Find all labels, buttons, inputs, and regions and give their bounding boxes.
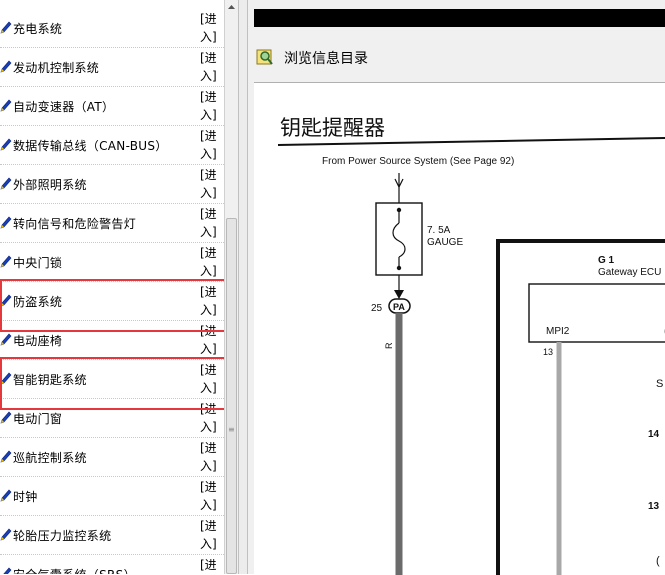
source-note: From Power Source System (See Page 92) — [322, 156, 514, 167]
edit-pen-icon — [0, 450, 12, 463]
edit-pen-icon — [0, 177, 12, 190]
browse-catalog-label[interactable]: 浏览信息目录 — [284, 48, 368, 68]
toolbar: 浏览信息目录 — [248, 40, 665, 74]
enter-link[interactable]: [进入] — [200, 10, 220, 46]
gateway-ecu-box — [496, 239, 665, 575]
diagram-canvas: 钥匙提醒器 From Power Source System (See Page… — [277, 116, 665, 575]
menu-item-label[interactable]: 时钟 — [13, 488, 38, 505]
enter-link[interactable]: [进入] — [200, 439, 220, 475]
menu-item-label[interactable]: 电动门窗 — [13, 410, 62, 427]
wire-color-label: R — [384, 342, 394, 349]
document-pane: 浏览信息目录 钥匙提醒器 From Power Source System (S… — [248, 0, 665, 575]
enter-link[interactable]: [进入] — [200, 49, 220, 85]
browse-catalog-icon[interactable] — [256, 48, 274, 66]
edit-pen-icon — [0, 21, 12, 34]
edge-fragment-3: ( — [656, 555, 660, 567]
scrollbar-thumb[interactable] — [226, 218, 237, 574]
enter-link[interactable]: [进入] — [200, 556, 220, 574]
menu-panel: 充电系统 [进入] 发动机控制系统 [进入] 自动变速器（AT） [进入] 数据传输总线（C… — [0, 0, 224, 574]
title-strip — [254, 9, 665, 27]
fuse-name: GAUGE — [427, 237, 463, 248]
menu-item[interactable]: 转向信号和危险警告灯 [进入] — [0, 204, 224, 243]
scrollbar-grip-icon: ≡ — [228, 425, 235, 434]
fuse-icon — [392, 222, 406, 258]
menu-item-label[interactable]: 电动座椅 — [13, 332, 62, 349]
edit-pen-icon — [0, 216, 12, 229]
enter-link[interactable]: [进入] — [200, 517, 220, 553]
menu-item-label[interactable]: 轮胎压力监控系统 — [13, 527, 111, 544]
edit-pen-icon — [0, 60, 12, 73]
edit-pen-icon — [0, 138, 12, 151]
menu-item-label[interactable]: 中央门锁 — [13, 254, 62, 271]
enter-link[interactable]: [进入] — [200, 478, 220, 514]
enter-link[interactable]: [进入] — [200, 166, 220, 202]
menu-item[interactable]: 数据传输总线（CAN-BUS） [进入] — [0, 126, 224, 165]
menu-item[interactable]: 轮胎压力监控系统 [进入] — [0, 516, 224, 555]
edit-pen-icon — [0, 411, 12, 424]
enter-link[interactable]: [进入] — [200, 205, 220, 241]
menu-item[interactable]: 时钟 [进入] — [0, 477, 224, 516]
menu-item[interactable]: 巡航控制系统 [进入] — [0, 438, 224, 477]
menu-item-label[interactable]: 自动变速器（AT） — [13, 98, 114, 115]
menu-item-label[interactable]: 充电系统 — [13, 20, 62, 37]
edit-pen-icon — [0, 489, 12, 502]
menu-item[interactable]: 发动机控制系统 [进入] — [0, 48, 224, 87]
menu-item-label[interactable]: 转向信号和危险警告灯 — [13, 215, 136, 232]
ecu-id: G 1 — [598, 255, 615, 266]
pin-13-label: 13 — [648, 501, 660, 512]
diagram-title: 钥匙提醒器 — [280, 116, 385, 140]
edge-fragment-2: S — [656, 378, 663, 390]
menu-item[interactable]: 安全气囊系统（SRS） [进入] — [0, 555, 224, 574]
menu-item-label[interactable]: 巡航控制系统 — [13, 449, 87, 466]
fuse-rating: 7. 5A — [427, 225, 451, 236]
menu-item[interactable]: 外部照明系统 [进入] — [0, 165, 224, 204]
edit-pen-icon — [0, 528, 12, 541]
ecu-pin-13: 13 — [543, 347, 553, 357]
edit-pen-icon — [0, 333, 12, 346]
edit-pen-icon — [0, 255, 12, 268]
menu-item[interactable]: 充电系统 [进入] — [0, 9, 224, 48]
svg-text:PA: PA — [393, 302, 405, 312]
highlight-box — [0, 357, 224, 410]
scroll-up-arrow-icon[interactable] — [225, 0, 238, 14]
menu-item[interactable]: 中央门锁 [进入] — [0, 243, 224, 282]
vertical-scrollbar[interactable]: ≡ — [224, 0, 238, 574]
ecu-name: Gateway ECU — [598, 267, 661, 278]
menu-item-label[interactable]: 发动机控制系统 — [13, 59, 99, 76]
connector-pin: 25 — [371, 303, 383, 314]
highlight-box — [0, 279, 224, 332]
menu-item[interactable]: 自动变速器（AT） [进入] — [0, 87, 224, 126]
enter-link[interactable]: [进入] — [200, 88, 220, 124]
enter-link[interactable]: [进入] — [200, 244, 220, 280]
edit-pen-icon — [3, 567, 12, 574]
wiring-diagram: 钥匙提醒器 From Power Source System (See Page… — [254, 82, 665, 575]
menu-item-label[interactable]: 安全气囊系统（SRS） — [13, 566, 136, 574]
edit-pen-icon — [0, 99, 12, 112]
pane-splitter[interactable] — [238, 0, 248, 574]
ecu-port: MPI2 — [546, 326, 570, 337]
pin-14-label: 14 — [648, 429, 660, 440]
enter-link[interactable]: [进入] — [200, 127, 220, 163]
menu-item-label[interactable]: 外部照明系统 — [13, 176, 87, 193]
menu-item-label[interactable]: 数据传输总线（CAN-BUS） — [13, 137, 168, 154]
